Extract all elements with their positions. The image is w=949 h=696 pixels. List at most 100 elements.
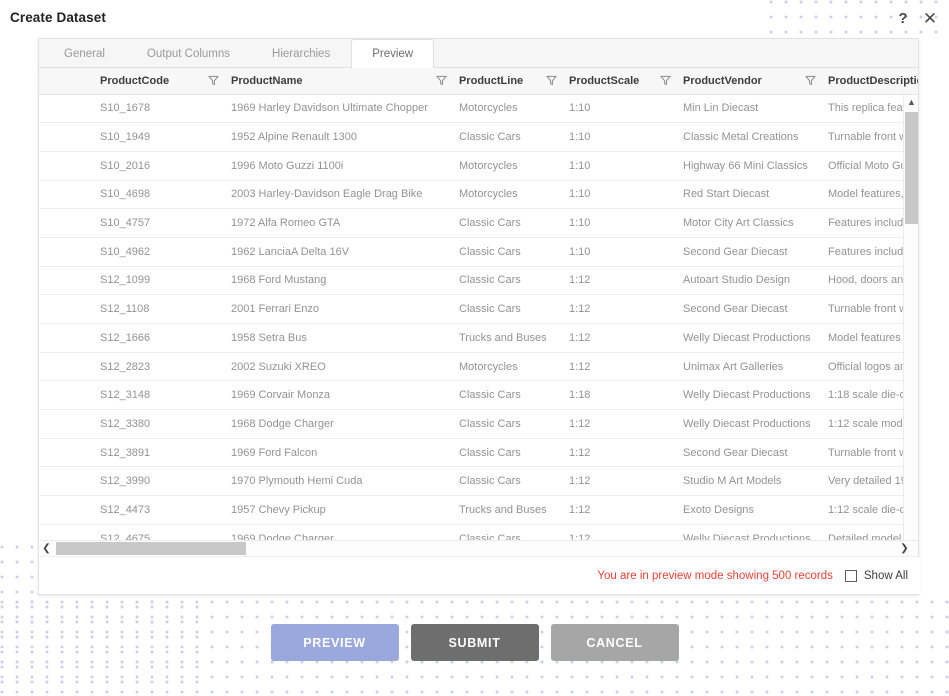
tab-bar: General Output Columns Hierarchies Previ… <box>39 39 918 68</box>
submit-button[interactable]: SUBMIT <box>410 624 539 661</box>
column-header-label: ProductScale <box>569 74 640 87</box>
show-all-label[interactable]: Show All <box>864 570 908 582</box>
column-header-productscale[interactable]: ProductScale <box>563 68 677 95</box>
column-header-productname[interactable]: ProductName <box>225 68 453 95</box>
vertical-scrollbar-thumb[interactable] <box>905 112 918 224</box>
table-row[interactable]: S12_1108 2001 Ferrari Enzo Classic Cars 1:1… <box>39 294 918 324</box>
row-cell-productscale: 1:10 <box>563 180 677 210</box>
row-cell-productcode: S12_1666 <box>94 323 225 353</box>
table-row[interactable]: S10_4757 1972 Alfa Romeo GTA Classic Cars 1… <box>39 208 918 238</box>
row-cell-productname: 1968 Ford Mustang <box>225 266 453 296</box>
row-cell-productname: 1952 Alpine Renault 1300 <box>225 122 453 152</box>
row-selector-header <box>39 68 94 95</box>
row-selector-cell[interactable] <box>39 438 94 468</box>
horizontal-scrollbar-thumb[interactable] <box>56 542 246 555</box>
action-bar: PREVIEW SUBMIT CANCEL <box>0 624 949 661</box>
tab-output-columns[interactable]: Output Columns <box>126 39 251 67</box>
row-cell-productvendor: Second Gear Diecast <box>677 294 822 324</box>
row-cell-productcode: S10_2016 <box>94 151 225 181</box>
row-selector-cell[interactable] <box>39 208 94 238</box>
tab-general[interactable]: General <box>43 39 126 67</box>
chevron-left-icon[interactable]: ❮ <box>39 541 54 556</box>
row-cell-productcode: S12_3148 <box>94 380 225 411</box>
preview-button[interactable]: PREVIEW <box>270 624 399 661</box>
row-selector-cell[interactable] <box>39 380 94 411</box>
row-cell-productvendor: Highway 66 Mini Classics <box>677 151 822 181</box>
filter-icon[interactable] <box>805 75 816 86</box>
row-cell-productvendor: Classic Metal Creations <box>677 122 822 152</box>
vertical-scrollbar[interactable]: ▲ ▼ <box>903 95 918 556</box>
row-selector-cell[interactable] <box>39 495 94 525</box>
tab-hierarchies[interactable]: Hierarchies <box>251 39 351 67</box>
show-all-checkbox[interactable] <box>844 569 857 582</box>
row-selector-cell[interactable] <box>39 266 94 296</box>
table-row[interactable]: S10_4962 1962 LanciaA Delta 16V Classic Ca… <box>39 237 918 267</box>
table-row[interactable]: S12_2823 2002 Suzuki XREO Motorcycles 1:12 U… <box>39 352 918 382</box>
row-cell-productname: 1969 Corvair Monza <box>225 380 453 411</box>
row-cell-productvendor: Second Gear Diecast <box>677 237 822 267</box>
row-selector-cell[interactable] <box>39 409 94 439</box>
filter-icon[interactable] <box>436 75 447 86</box>
table-row[interactable]: S10_1949 1952 Alpine Renault 1300 Classic … <box>39 122 918 152</box>
table-row[interactable]: S10_2016 1996 Moto Guzzi 1100i Motorcycles… <box>39 151 918 181</box>
row-cell-productname: 2003 Harley-Davidson Eagle Drag Bike <box>225 180 453 210</box>
filter-icon[interactable] <box>208 75 219 86</box>
row-cell-productscale: 1:12 <box>563 438 677 468</box>
preview-mode-message: You are in preview mode showing 500 reco… <box>597 569 833 582</box>
table-row[interactable]: S12_3148 1969 Corvair Monza Classic Cars 1:… <box>39 380 918 411</box>
row-cell-productcode: S12_3891 <box>94 438 225 468</box>
column-header-label: ProductCode <box>100 74 170 87</box>
row-selector-cell[interactable] <box>39 352 94 382</box>
filter-icon[interactable] <box>660 75 671 86</box>
table-row[interactable]: S12_3891 1969 Ford Falcon Classic Cars 1:12… <box>39 438 918 468</box>
row-cell-productcode: S10_1949 <box>94 122 225 152</box>
row-selector-cell[interactable] <box>39 151 94 181</box>
row-cell-productscale: 1:12 <box>563 323 677 353</box>
tab-preview[interactable]: Preview <box>351 39 435 68</box>
column-header-productcode[interactable]: ProductCode <box>94 68 225 95</box>
row-cell-productvendor: Red Start Diecast <box>677 180 822 210</box>
page-title: Create Dataset <box>10 10 106 25</box>
row-cell-productvendor: Min Lin Diecast <box>677 94 822 124</box>
column-header-productline[interactable]: ProductLine <box>453 68 563 95</box>
row-cell-productscale: 1:12 <box>563 495 677 525</box>
filter-icon[interactable] <box>546 75 557 86</box>
row-cell-productscale: 1:12 <box>563 352 677 382</box>
row-selector-cell[interactable] <box>39 294 94 324</box>
row-cell-productcode: S12_1099 <box>94 266 225 296</box>
row-cell-productscale: 1:12 <box>563 266 677 296</box>
column-header-productdescription[interactable]: ProductDescription <box>822 68 918 95</box>
table-row[interactable]: S12_4473 1957 Chevy Pickup Trucks and Buse… <box>39 495 918 525</box>
row-cell-productscale: 1:10 <box>563 208 677 238</box>
row-selector-cell[interactable] <box>39 94 94 124</box>
question-mark-icon[interactable]: ? <box>893 9 913 29</box>
chevron-right-icon[interactable]: ❯ <box>897 541 912 556</box>
row-cell-productvendor: Second Gear Diecast <box>677 438 822 468</box>
row-selector-cell[interactable] <box>39 237 94 267</box>
horizontal-scrollbar[interactable]: ❮ ❯ <box>39 540 918 556</box>
table-row[interactable]: S10_1678 1969 Harley Davidson Ultimate Ch… <box>39 94 918 124</box>
preview-data-grid: ProductCode ProductName ProductLine Prod… <box>39 68 918 556</box>
chevron-up-icon[interactable]: ▲ <box>904 95 918 110</box>
table-row[interactable]: S12_3990 1970 Plymouth Hemi Cuda Classic C… <box>39 466 918 497</box>
row-selector-cell[interactable] <box>39 180 94 210</box>
row-cell-productscale: 1:12 <box>563 409 677 439</box>
column-header-productvendor[interactable]: ProductVendor <box>677 68 822 95</box>
row-cell-productvendor: Unimax Art Galleries <box>677 352 822 382</box>
row-cell-productcode: S12_1108 <box>94 294 225 324</box>
row-selector-cell[interactable] <box>39 122 94 152</box>
row-selector-cell[interactable] <box>39 466 94 497</box>
table-row[interactable]: S12_1666 1958 Setra Bus Trucks and Buses 1:… <box>39 323 918 353</box>
table-body: S10_1678 1969 Harley Davidson Ultimate Ch… <box>39 94 918 554</box>
row-cell-productline: Classic Cars <box>453 237 563 267</box>
table-row[interactable]: S12_1099 1968 Ford Mustang Classic Cars 1:1… <box>39 266 918 296</box>
table-row[interactable]: S10_4698 2003 Harley-Davidson Eagle Drag … <box>39 180 918 210</box>
row-selector-cell[interactable] <box>39 323 94 353</box>
row-cell-productscale: 1:12 <box>563 294 677 324</box>
row-cell-productline: Classic Cars <box>453 409 563 439</box>
cancel-button[interactable]: CANCEL <box>550 624 679 661</box>
table-row[interactable]: S12_3380 1968 Dodge Charger Classic Cars 1:… <box>39 409 918 439</box>
close-icon[interactable]: ✕ <box>920 9 940 29</box>
column-header-label: ProductVendor <box>683 74 762 87</box>
row-cell-productvendor: Autoart Studio Design <box>677 266 822 296</box>
